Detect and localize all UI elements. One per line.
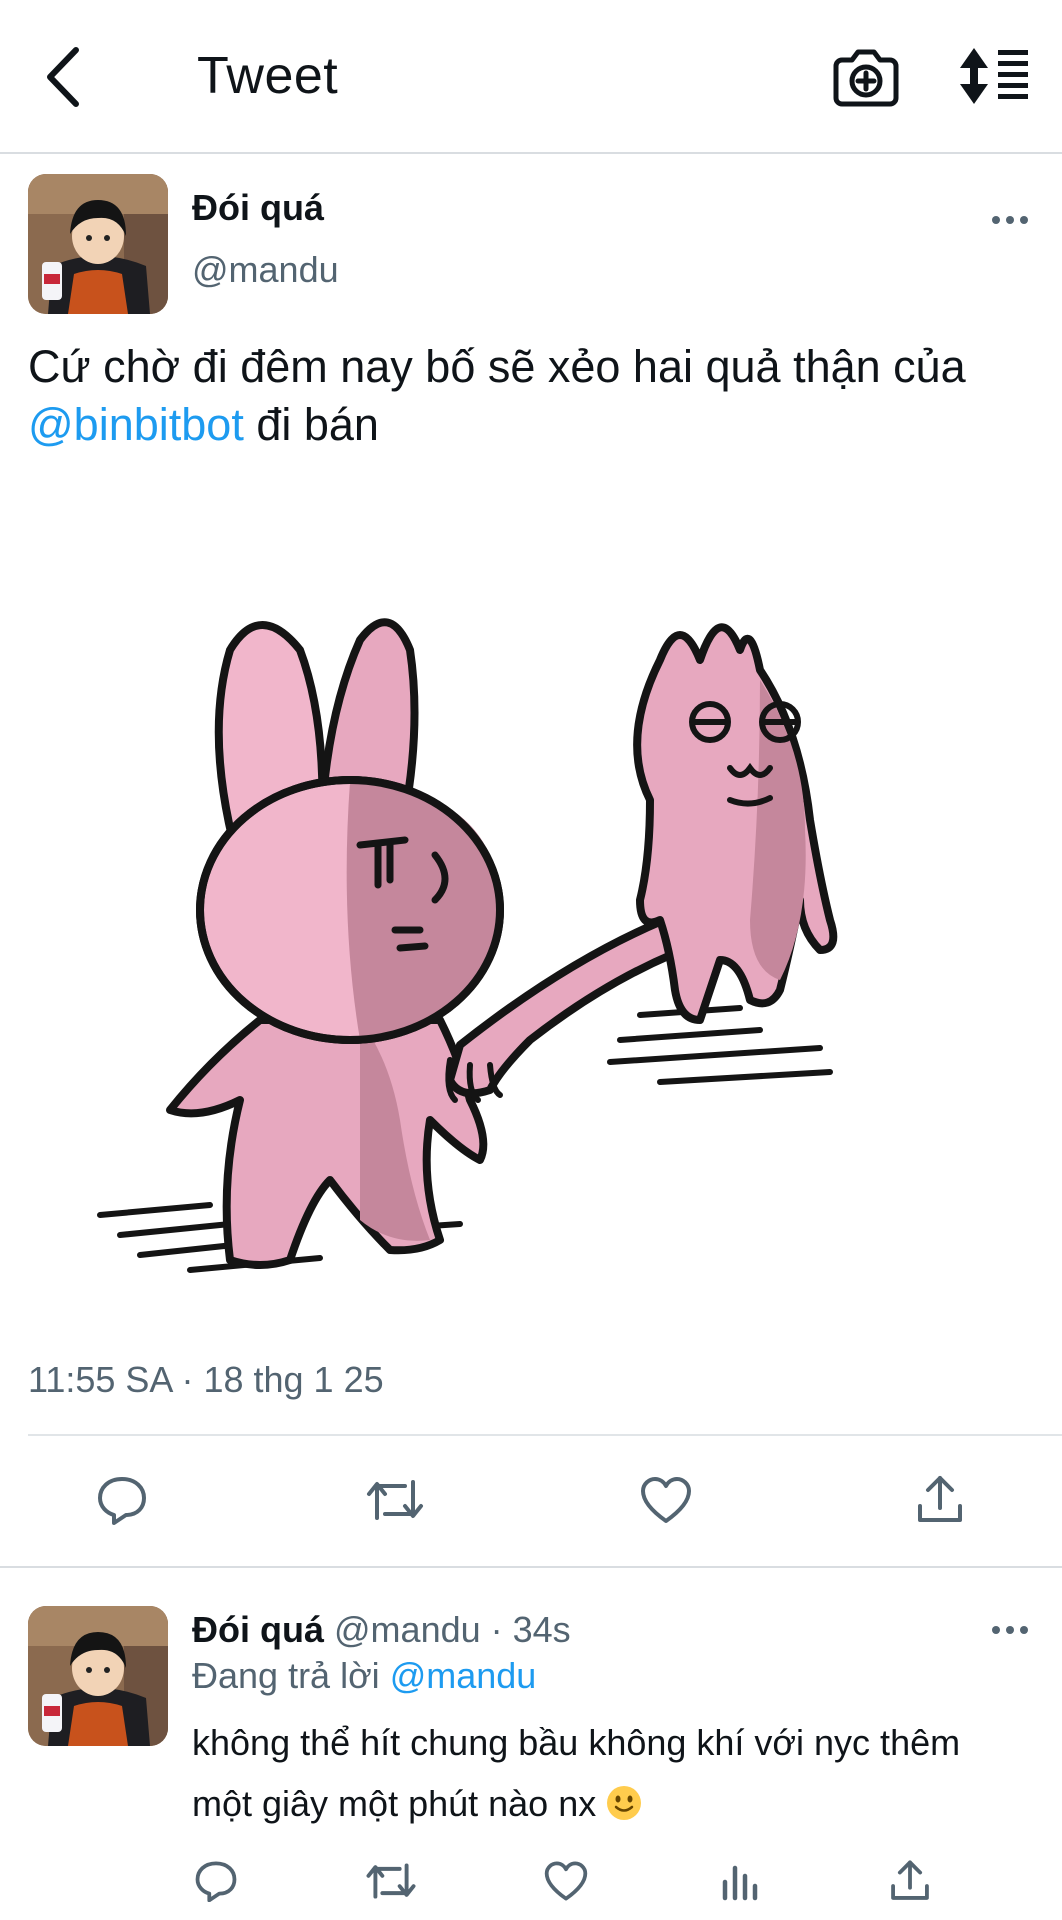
tweet-text: Cứ chờ đi đêm nay bố sẽ xẻo hai quả thận…	[28, 338, 1038, 454]
author-name[interactable]: Đói quá	[192, 188, 324, 228]
like-button[interactable]	[636, 1472, 696, 1528]
camera-button[interactable]	[832, 46, 900, 108]
more-horizontal-icon	[992, 1626, 1028, 1634]
page-title: Tweet	[197, 47, 339, 105]
like-icon	[641, 1477, 691, 1523]
top-bar: Tweet	[0, 0, 1062, 154]
bunny-illustration	[97, 618, 838, 1273]
divider	[28, 1434, 1062, 1436]
reply-like-button[interactable]	[540, 1856, 592, 1906]
section-divider	[0, 1566, 1062, 1568]
share-icon	[918, 1476, 962, 1522]
mention-link[interactable]: @binbitbot	[28, 399, 244, 450]
reply-author-name[interactable]: Đói quá	[192, 1609, 324, 1650]
back-button[interactable]	[34, 42, 90, 112]
like-icon	[544, 1861, 588, 1901]
analytics-icon	[722, 1865, 758, 1901]
reply-reply-button[interactable]	[190, 1856, 242, 1906]
replying-to: Đang trả lời @mandu	[192, 1654, 536, 1698]
avatar-photo	[28, 1606, 168, 1746]
author-avatar[interactable]	[28, 174, 168, 314]
reply-icon	[195, 1861, 237, 1902]
reply-analytics-button[interactable]	[714, 1856, 766, 1906]
reply-handle-time[interactable]: @mandu · 34s	[334, 1609, 571, 1650]
slightly-smiling-face-emoji	[607, 1786, 642, 1820]
share-button[interactable]	[910, 1472, 970, 1528]
reply-share-button[interactable]	[884, 1856, 936, 1906]
tweet-timestamp: 11:55 SA · 18 thg 1 25	[28, 1359, 384, 1400]
reply-text-body: không thể hít chung bầu không khí với ny…	[192, 1722, 961, 1824]
camera-plus-icon	[833, 49, 899, 107]
more-options-button[interactable]	[986, 208, 1034, 232]
reply-header: Đói quá @mandu · 34s	[192, 1608, 571, 1652]
replying-to-mention[interactable]: @mandu	[390, 1655, 537, 1696]
tweet-text-part: Cứ chờ đi đêm nay bố sẽ xẻo hai quả thận…	[28, 341, 966, 392]
reply-retweet-button[interactable]	[364, 1856, 418, 1906]
sort-button[interactable]	[960, 48, 1030, 104]
reply-text: không thể hít chung bầu không khí với ny…	[192, 1712, 1012, 1834]
reply-more-options-button[interactable]	[986, 1618, 1034, 1642]
retweet-icon	[366, 1863, 416, 1899]
tweet-media[interactable]	[60, 500, 980, 1300]
retweet-button[interactable]	[364, 1472, 426, 1528]
author-handle[interactable]: @mandu	[192, 250, 339, 290]
replying-to-label: Đang trả lời	[192, 1655, 390, 1696]
avatar-photo	[28, 174, 168, 314]
reply-icon	[98, 1477, 146, 1525]
sort-list-icon	[960, 48, 1028, 104]
retweet-icon	[367, 1480, 423, 1520]
reply-author-avatar[interactable]	[28, 1606, 168, 1746]
more-horizontal-icon	[992, 216, 1028, 224]
chevron-left-icon	[47, 47, 79, 107]
share-icon	[891, 1860, 929, 1900]
tweet-text-part: đi bán	[243, 399, 379, 450]
reply-button[interactable]	[92, 1472, 152, 1528]
